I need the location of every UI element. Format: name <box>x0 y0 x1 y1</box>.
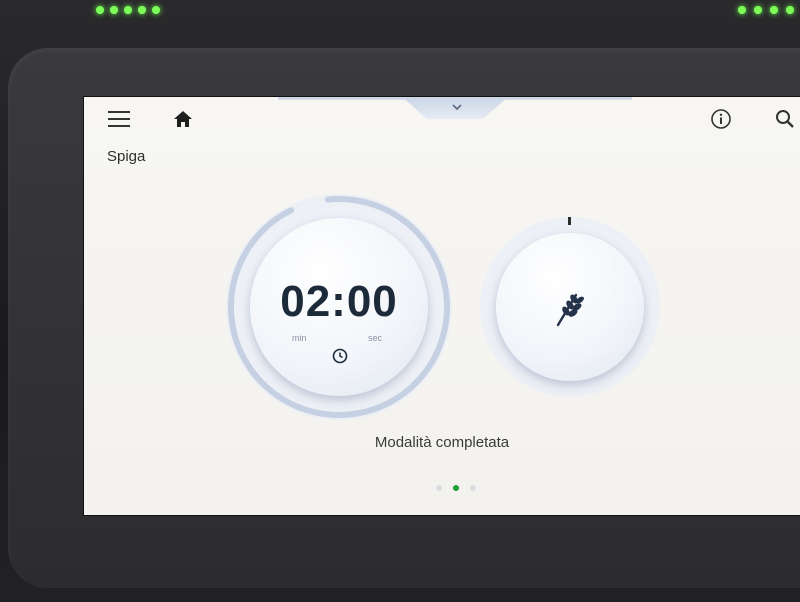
hamburger-menu-icon[interactable] <box>108 111 130 127</box>
chevron-down-icon[interactable] <box>450 101 464 113</box>
status-led <box>138 6 146 14</box>
home-icon[interactable] <box>172 109 194 129</box>
status-led <box>738 6 746 14</box>
search-icon[interactable] <box>774 108 796 130</box>
status-message: Modalità completata <box>374 434 510 451</box>
appliance-body: Spiga 02:00 min sec Modalità completata <box>0 0 800 602</box>
status-led <box>152 6 160 14</box>
clock-icon <box>332 348 348 364</box>
page-dot-active[interactable] <box>453 485 459 491</box>
page-dot[interactable] <box>436 485 442 491</box>
page-dot[interactable] <box>470 485 476 491</box>
seconds-label: sec <box>368 333 383 343</box>
timer-value: 02:00 <box>280 277 398 326</box>
touch-screen: Spiga 02:00 min sec Modalità completata <box>84 97 800 515</box>
mode-title: Spiga <box>107 148 146 165</box>
minutes-label: min <box>292 333 307 343</box>
status-led <box>110 6 118 14</box>
info-icon[interactable] <box>710 108 732 130</box>
page-indicator <box>436 485 476 493</box>
wheat-ear-icon <box>554 287 586 327</box>
status-led <box>770 6 778 14</box>
status-led <box>754 6 762 14</box>
status-led <box>786 6 794 14</box>
status-led <box>96 6 104 14</box>
status-led <box>124 6 132 14</box>
